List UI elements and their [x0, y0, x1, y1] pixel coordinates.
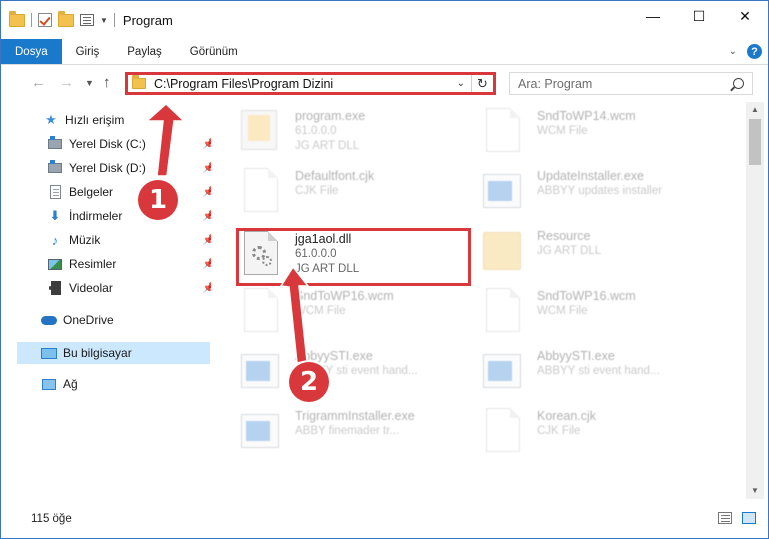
explorer-window: ▼ Program — ☐ ✕ Dosya Giriş Paylaş Görün… — [0, 0, 769, 539]
arrow-2 — [279, 265, 310, 364]
arrow-1 — [145, 102, 186, 177]
tutorial-arrows — [145, 102, 310, 364]
step-1-badge: 1 — [138, 180, 178, 220]
step-2-badge: 2 — [289, 362, 329, 402]
